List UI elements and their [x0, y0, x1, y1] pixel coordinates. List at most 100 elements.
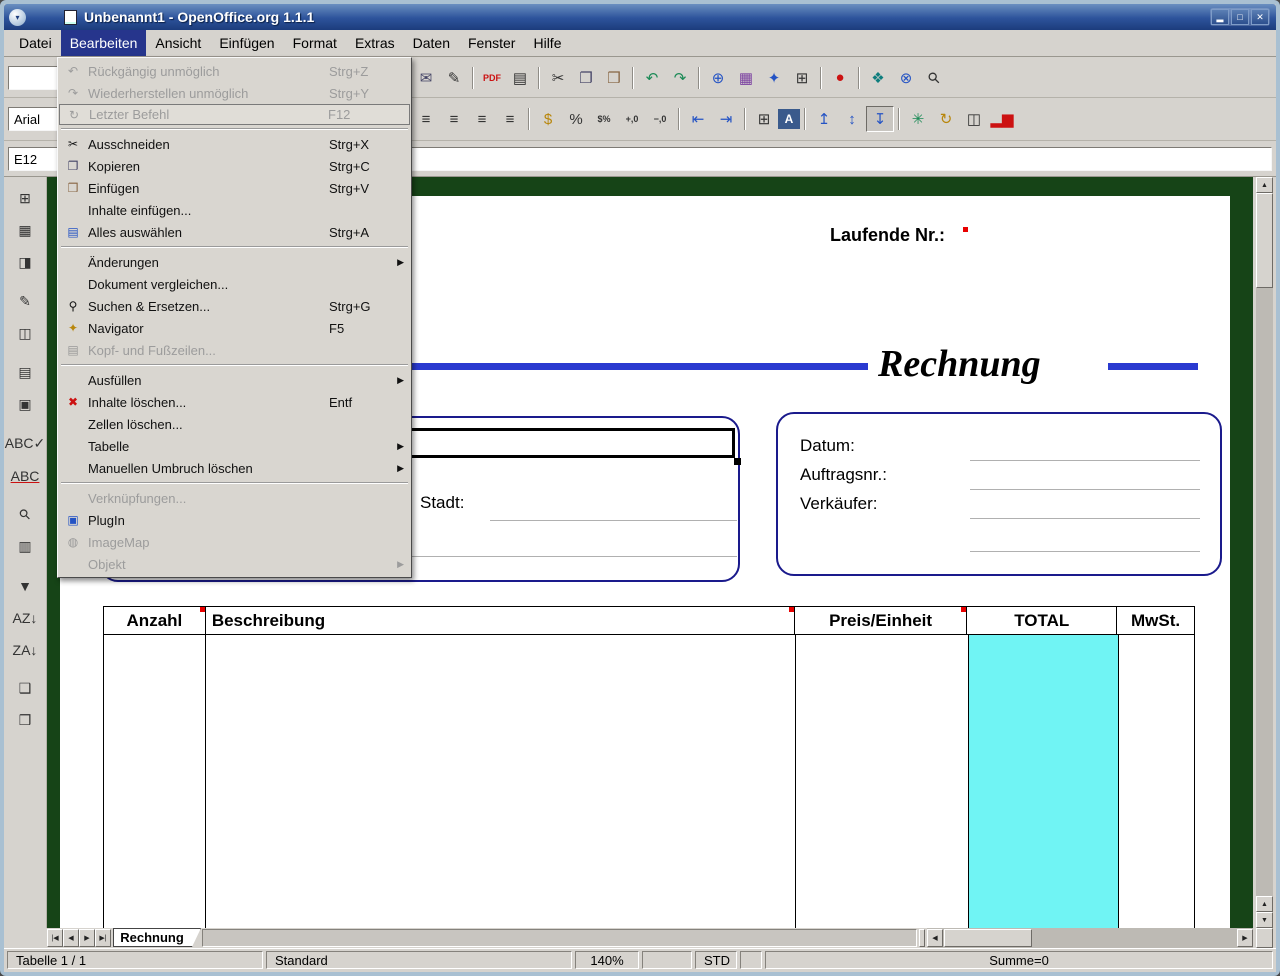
print-icon[interactable]: ▤ — [506, 65, 534, 91]
menu-item-compare-document[interactable]: Dokument vergleichen... — [59, 273, 410, 295]
menu-item-navigator[interactable]: ✦ Navigator F5 — [59, 317, 410, 339]
currency-format-icon[interactable]: $ — [534, 106, 562, 132]
align-middle-icon[interactable]: ↕ — [838, 106, 866, 132]
autospellcheck-icon[interactable]: ABC — [11, 462, 39, 489]
insert-cells-icon[interactable]: ✳ — [904, 106, 932, 132]
menu-ansicht[interactable]: Ansicht — [146, 30, 210, 56]
menu-item-copy[interactable]: ❐ Kopieren Strg+C — [59, 155, 410, 177]
redo-icon[interactable]: ↷ — [666, 65, 694, 91]
menu-datei[interactable]: Datei — [10, 30, 61, 56]
spellcheck-icon[interactable]: ABC✓ — [11, 430, 39, 457]
header-total[interactable]: TOTAL — [967, 607, 1117, 634]
copy-icon[interactable]: ❐ — [572, 65, 600, 91]
menu-hilfe[interactable]: Hilfe — [524, 30, 570, 56]
menu-item-delete-cells[interactable]: Zellen löschen... — [59, 413, 410, 435]
menu-item-select-all[interactable]: ▤ Alles auswählen Strg+A — [59, 221, 410, 243]
scroll-right-button[interactable]: ▶ — [1237, 929, 1253, 947]
scroll-down-button[interactable]: ▼ — [1256, 912, 1273, 928]
export-pdf-icon[interactable]: PDF — [478, 65, 506, 91]
minimize-button[interactable]: ▂ — [1211, 9, 1229, 25]
percent-format-icon[interactable]: % — [562, 106, 590, 132]
menu-item-paste-special[interactable]: Inhalte einfügen... — [59, 199, 410, 221]
align-bottom-icon[interactable]: ↧ — [866, 106, 894, 132]
insert-object-icon[interactable]: ◨ — [11, 249, 39, 276]
menu-item-cut[interactable]: ✂ Ausschneiden Strg+X — [59, 133, 410, 155]
vertical-scrollbar[interactable]: ▲ ▲ ▼ — [1256, 177, 1273, 928]
status-insert-mode[interactable] — [642, 951, 692, 969]
choose-theme-icon[interactable]: ❖ — [864, 65, 892, 91]
update-icon[interactable]: ↻ — [932, 106, 960, 132]
choose-themes-icon[interactable]: ▣ — [11, 391, 39, 418]
menu-item-changes[interactable]: Änderungen ▶ — [59, 251, 410, 273]
sort-ascending-icon[interactable]: AZ↓ — [11, 604, 39, 631]
menu-fenster[interactable]: Fenster — [459, 30, 524, 56]
paste-icon[interactable]: ❒ — [600, 65, 628, 91]
menu-item-fill[interactable]: Ausfüllen ▶ — [59, 369, 410, 391]
tab-last-button[interactable]: ▶| — [95, 929, 111, 947]
selection-handle[interactable] — [734, 458, 741, 465]
record-macro-icon[interactable]: ● — [826, 65, 854, 91]
background-color-icon[interactable]: A — [778, 109, 800, 129]
undo-icon[interactable]: ↶ — [638, 65, 666, 91]
tab-prev-button[interactable]: ◀ — [63, 929, 79, 947]
tab-next-button[interactable]: ▶ — [79, 929, 95, 947]
menu-item-plugin[interactable]: ▣ PlugIn — [59, 509, 410, 531]
vertical-scroll-thumb[interactable] — [1256, 193, 1273, 288]
align-top-icon[interactable]: ↥ — [810, 106, 838, 132]
decrease-indent-icon[interactable]: ⇤ — [684, 106, 712, 132]
horizontal-scrollbar[interactable]: ◀ ▶ — [927, 928, 1253, 948]
menu-bearbeiten[interactable]: Bearbeiten — [61, 30, 147, 56]
delete-decimal-icon[interactable]: −,0 — [646, 106, 674, 132]
autoformat-icon[interactable]: ▤ — [11, 359, 39, 386]
status-selection-mode[interactable]: STD — [695, 951, 737, 969]
maximize-button[interactable]: □ — [1231, 9, 1249, 25]
sheet-tab-rechnung[interactable]: Rechnung — [113, 928, 201, 947]
insert-cells-icon[interactable]: ▦ — [11, 217, 39, 244]
menu-einfuegen[interactable]: Einfügen — [210, 30, 283, 56]
menu-item-find-replace[interactable]: ⚲ Suchen & Ersetzen... Strg+G — [59, 295, 410, 317]
tab-scroll-splitter[interactable] — [919, 929, 925, 947]
align-justify-icon[interactable]: ≡ — [496, 106, 524, 132]
menu-item-delete-contents[interactable]: ✖ Inhalte löschen... Entf — [59, 391, 410, 413]
items-table-body[interactable] — [103, 635, 1195, 928]
autofilter-icon[interactable]: ▼ — [11, 572, 39, 599]
find-replace-icon[interactable]: ⚲ — [6, 495, 45, 534]
increase-indent-icon[interactable]: ⇥ — [712, 106, 740, 132]
insert-frame-icon[interactable]: ⊞ — [788, 65, 816, 91]
scroll-up-button-2[interactable]: ▲ — [1256, 896, 1273, 912]
horizontal-scroll-thumb[interactable] — [944, 929, 1032, 947]
align-right-icon[interactable]: ≡ — [468, 106, 496, 132]
menu-item-delete-manual-break[interactable]: Manuellen Umbruch löschen ▶ — [59, 457, 410, 479]
navigator-icon[interactable]: ✦ — [760, 65, 788, 91]
menu-item-sheet[interactable]: Tabelle ▶ — [59, 435, 410, 457]
menu-format[interactable]: Format — [284, 30, 346, 56]
scroll-up-button[interactable]: ▲ — [1256, 177, 1273, 193]
insert-chart-icon[interactable]: ▂▆ — [988, 106, 1016, 132]
borders-icon[interactable]: ⊞ — [750, 106, 778, 132]
draw-functions-icon[interactable]: ✎ — [11, 288, 39, 315]
group-icon[interactable]: ❑ — [11, 675, 39, 702]
add-decimal-icon[interactable]: +,0 — [618, 106, 646, 132]
hyperlink-icon[interactable]: ⊕ — [704, 65, 732, 91]
edit-file-icon[interactable]: ✎ — [440, 65, 468, 91]
data-sources-icon[interactable]: ▥ — [11, 533, 39, 560]
cut-icon[interactable]: ✂ — [544, 65, 572, 91]
zoom-icon[interactable]: ⚲ — [915, 58, 953, 96]
split-window-icon[interactable]: ◫ — [960, 106, 988, 132]
sort-descending-icon[interactable]: ZA↓ — [11, 636, 39, 663]
mail-icon[interactable]: ✉ — [412, 65, 440, 91]
scroll-left-button[interactable]: ◀ — [927, 929, 943, 947]
menu-daten[interactable]: Daten — [404, 30, 459, 56]
tab-first-button[interactable]: |◀ — [47, 929, 63, 947]
align-center-icon[interactable]: ≡ — [440, 106, 468, 132]
gallery-icon[interactable]: ▦ — [732, 65, 760, 91]
close-button[interactable]: ✕ — [1251, 9, 1269, 25]
menu-item-paste[interactable]: ❒ Einfügen Strg+V — [59, 177, 410, 199]
standard-format-icon[interactable]: $% — [590, 106, 618, 132]
form-functions-icon[interactable]: ◫ — [11, 320, 39, 347]
header-beschreibung[interactable]: Beschreibung — [206, 607, 795, 634]
header-mwst[interactable]: MwSt. — [1117, 607, 1194, 634]
menu-extras[interactable]: Extras — [346, 30, 404, 56]
status-zoom[interactable]: 140% — [575, 951, 639, 969]
header-preis-einheit[interactable]: Preis/Einheit — [795, 607, 968, 634]
